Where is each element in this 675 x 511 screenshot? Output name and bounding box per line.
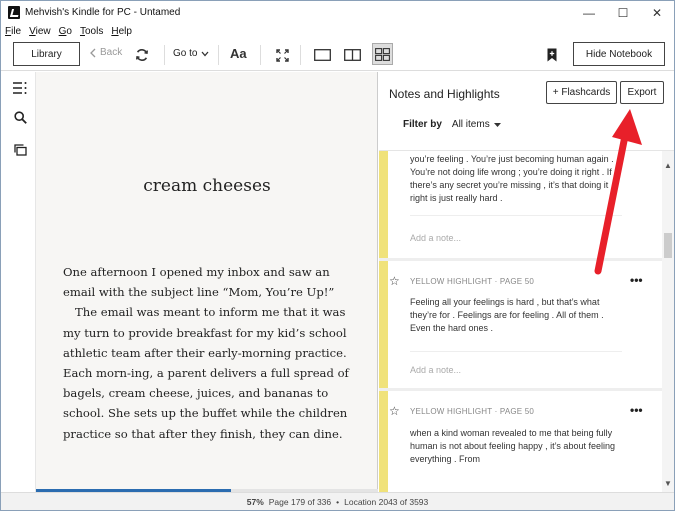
window-controls: — ☐ ✕ bbox=[572, 1, 674, 24]
percent-read: 57% bbox=[246, 496, 264, 507]
more-options-icon[interactable]: ••• bbox=[630, 403, 643, 417]
back-button[interactable]: Back bbox=[89, 47, 122, 58]
goto-dropdown[interactable]: Go to bbox=[173, 48, 209, 59]
highlight-color-bar bbox=[379, 151, 388, 258]
menu-bar: File View Go Tools Help bbox=[1, 24, 136, 39]
menu-tools-label: ools bbox=[84, 26, 104, 37]
highlight-color-bar bbox=[379, 261, 388, 388]
status-bar: 57% Page 179 of 336 • Location 2043 of 3… bbox=[1, 492, 674, 510]
chapter-title: cream cheeses bbox=[143, 176, 271, 196]
add-note-field[interactable]: Add a note... bbox=[410, 233, 461, 243]
menu-file-label: ile bbox=[11, 26, 22, 37]
card-divider bbox=[410, 351, 622, 352]
notes-list[interactable]: you’re feeling . You’re just becoming hu… bbox=[379, 150, 674, 492]
add-note-field[interactable]: Add a note... bbox=[410, 365, 461, 375]
search-icon[interactable] bbox=[12, 109, 28, 125]
menu-file[interactable]: File bbox=[1, 24, 25, 39]
highlight-card: you’re feeling . You’re just becoming hu… bbox=[379, 151, 662, 258]
caret-down-icon bbox=[493, 122, 501, 127]
filter-dropdown[interactable]: All items bbox=[452, 119, 501, 130]
highlight-color-bar bbox=[379, 391, 388, 492]
hide-notebook-button[interactable]: Hide Notebook bbox=[573, 42, 665, 66]
table-of-contents-icon[interactable] bbox=[12, 80, 28, 96]
bookmark-add-icon[interactable] bbox=[545, 45, 559, 65]
back-label: Back bbox=[100, 47, 123, 58]
fullscreen-icon[interactable] bbox=[275, 45, 289, 65]
highlight-text[interactable]: you’re feeling . You’re just becoming hu… bbox=[410, 153, 625, 205]
kindle-app-icon bbox=[8, 6, 20, 19]
filter-bar: Filter by All items bbox=[403, 119, 501, 130]
maximize-button[interactable]: ☐ bbox=[606, 1, 640, 24]
toolbar-divider bbox=[164, 45, 165, 65]
single-column-icon[interactable] bbox=[313, 45, 331, 65]
menu-help[interactable]: Help bbox=[107, 24, 136, 39]
minimize-button[interactable]: — bbox=[572, 1, 606, 24]
highlight-card: ☆ YELLOW HIGHLIGHT · PAGE 50 ••• when a … bbox=[379, 391, 662, 492]
menu-tools[interactable]: Tools bbox=[76, 24, 107, 39]
menu-go-label: o bbox=[66, 26, 72, 37]
filter-label: Filter by bbox=[403, 119, 442, 130]
menu-help-accel: H bbox=[111, 26, 119, 37]
card-divider bbox=[410, 215, 622, 216]
menu-view-label: iew bbox=[35, 26, 51, 37]
highlight-text[interactable]: when a kind woman revealed to me that be… bbox=[410, 427, 625, 466]
notes-scrollbar[interactable]: ▲ ▼ bbox=[662, 151, 674, 492]
window-title: Mehvish's Kindle for PC - Untamed bbox=[25, 7, 181, 18]
chevron-down-icon bbox=[201, 51, 209, 56]
toolbar-divider bbox=[218, 45, 219, 65]
page-flip-icon[interactable] bbox=[372, 43, 393, 65]
highlight-card: ☆ YELLOW HIGHLIGHT · PAGE 50 ••• Feeling… bbox=[379, 261, 662, 388]
notebook-title: Notes and Highlights bbox=[389, 87, 500, 101]
more-options-icon[interactable]: ••• bbox=[630, 273, 643, 287]
scroll-down-icon[interactable]: ▼ bbox=[662, 477, 674, 489]
kindle-window: Mehvish's Kindle for PC - Untamed — ☐ ✕ … bbox=[0, 0, 675, 511]
star-icon[interactable]: ☆ bbox=[389, 404, 400, 418]
menu-help-label: elp bbox=[118, 26, 132, 37]
highlight-meta: YELLOW HIGHLIGHT · PAGE 50 bbox=[410, 407, 535, 416]
highlight-meta: YELLOW HIGHLIGHT · PAGE 50 bbox=[410, 277, 535, 286]
star-icon[interactable]: ☆ bbox=[389, 274, 400, 288]
sync-icon[interactable] bbox=[134, 45, 150, 65]
book-text: One afternoon I opened my inbox and saw … bbox=[63, 262, 363, 444]
menu-view[interactable]: View bbox=[25, 24, 55, 39]
export-button[interactable]: Export bbox=[620, 81, 664, 104]
toolbar-divider bbox=[260, 45, 261, 65]
scroll-up-icon[interactable]: ▲ bbox=[662, 159, 674, 171]
flashcards-icon[interactable] bbox=[12, 142, 28, 158]
close-button[interactable]: ✕ bbox=[640, 1, 674, 24]
toolbar-divider bbox=[300, 45, 301, 65]
status-separator: • bbox=[336, 496, 340, 507]
paragraph: The email was meant to inform me that it… bbox=[63, 305, 349, 441]
library-button[interactable]: Library bbox=[13, 42, 80, 66]
flashcards-button[interactable]: + Flashcards bbox=[546, 81, 617, 104]
menu-go[interactable]: Go bbox=[55, 24, 76, 39]
notebook-panel: Notes and Highlights + Flashcards Export… bbox=[379, 72, 674, 492]
filter-value: All items bbox=[451, 119, 490, 130]
highlight-text[interactable]: Feeling all your feelings is hard , but … bbox=[410, 296, 625, 335]
toolbar: Library Back Go to Aa Hide Notebook bbox=[1, 39, 674, 71]
location-indicator: Location 2043 of 3593 bbox=[344, 496, 429, 507]
font-settings-button[interactable]: Aa bbox=[230, 46, 247, 61]
goto-label: Go to bbox=[173, 48, 198, 59]
chevron-left-icon bbox=[90, 48, 96, 57]
title-bar: Mehvish's Kindle for PC - Untamed — ☐ ✕ bbox=[1, 1, 674, 24]
reading-pane[interactable]: cream cheeses One afternoon I opened my … bbox=[36, 72, 378, 492]
page-indicator: Page 179 of 336 bbox=[268, 496, 332, 507]
paragraph: One afternoon I opened my inbox and saw … bbox=[63, 265, 335, 300]
scroll-thumb[interactable] bbox=[664, 233, 672, 258]
left-rail bbox=[1, 72, 36, 492]
two-column-icon[interactable] bbox=[343, 45, 361, 65]
